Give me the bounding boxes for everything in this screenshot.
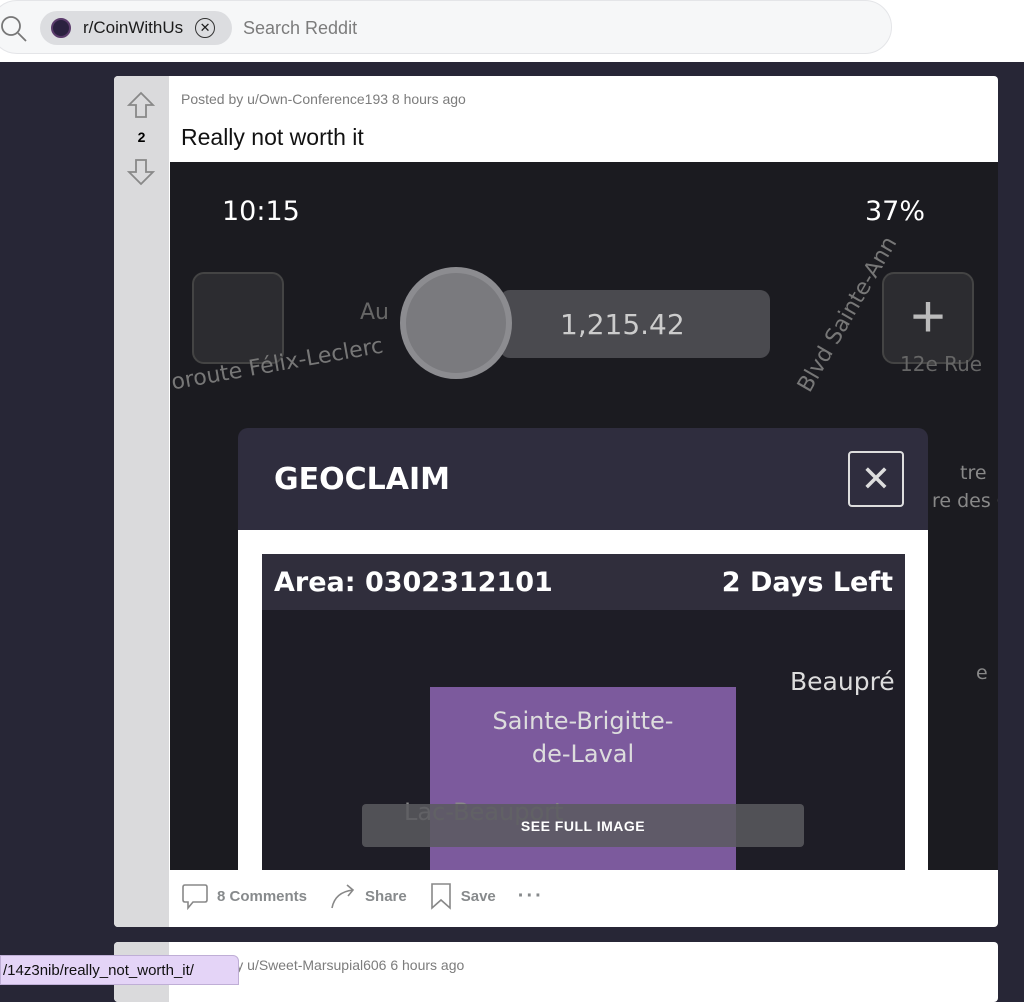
place-label: Beaupré bbox=[790, 667, 895, 696]
vote-column: 2 bbox=[114, 76, 169, 927]
downvote-icon[interactable] bbox=[127, 158, 155, 186]
community-chip-label: r/CoinWithUs bbox=[83, 18, 184, 37]
next-post-card[interactable]: Posted by u/Sweet-Marsupial606 6 hours a… bbox=[114, 942, 998, 1002]
close-icon: ✕ bbox=[848, 451, 904, 507]
top-bar: r/CoinWithUs ✕ Search Reddit bbox=[0, 0, 1024, 62]
comment-icon bbox=[182, 884, 208, 910]
phone-battery: 37% bbox=[865, 196, 926, 227]
modal-title: GEOCLAIM bbox=[274, 462, 450, 497]
map-label: Au bbox=[360, 300, 389, 325]
post-card[interactable]: 2 Posted by u/Own-Conference193 8 hours … bbox=[114, 76, 998, 927]
phone-time: 10:15 bbox=[222, 196, 300, 227]
post-title[interactable]: Really not worth it bbox=[181, 124, 364, 151]
community-avatar bbox=[51, 18, 71, 38]
post-image[interactable]: 10:15 37% + Au oroute Félix-Leclerc Blvd… bbox=[170, 162, 998, 870]
community-chip[interactable]: r/CoinWithUs ✕ bbox=[40, 11, 232, 45]
post-meta[interactable]: Posted by u/Own-Conference193 8 hours ag… bbox=[181, 91, 466, 107]
comments-label: 8 Comments bbox=[217, 887, 308, 905]
map-label: tre bbox=[960, 462, 987, 484]
search-icon bbox=[1, 16, 27, 42]
coin-icon bbox=[400, 267, 512, 379]
balance-pill: 1,215.42 bbox=[500, 290, 770, 358]
map-label: re des C bbox=[932, 490, 998, 512]
balance-value: 1,215.42 bbox=[560, 308, 685, 341]
map-label: e bbox=[976, 662, 988, 684]
place-label: Sainte-Brigitte- de-Laval bbox=[492, 707, 674, 768]
share-label: Share bbox=[365, 887, 407, 905]
comments-button[interactable]: 8 Comments bbox=[181, 882, 307, 910]
close-icon[interactable]: ✕ bbox=[195, 18, 216, 38]
save-label: Save bbox=[460, 887, 496, 905]
save-button[interactable]: Save bbox=[429, 882, 496, 910]
plus-icon: + bbox=[882, 272, 974, 364]
status-url-tooltip: /14z3nib/really_not_worth_it/ bbox=[0, 955, 239, 985]
search-input[interactable]: Search Reddit bbox=[243, 18, 357, 39]
bookmark-icon bbox=[430, 883, 451, 910]
search-bar[interactable]: r/CoinWithUs ✕ Search Reddit bbox=[0, 0, 892, 54]
upvote-icon[interactable] bbox=[127, 91, 155, 119]
share-button[interactable]: Share bbox=[329, 882, 407, 910]
claim-header: Area: 0302312101 2 Days Left bbox=[262, 554, 905, 610]
area-label: Area: 0302312101 bbox=[274, 566, 553, 598]
profile-icon bbox=[192, 272, 284, 364]
map-label: 12e Rue bbox=[900, 352, 983, 376]
post-actions: 8 Comments Share Save ··· bbox=[181, 882, 566, 910]
more-options-button[interactable]: ··· bbox=[518, 885, 544, 908]
share-icon bbox=[331, 884, 355, 909]
see-full-image-button[interactable]: SEE FULL IMAGE bbox=[362, 804, 804, 847]
days-left: 2 Days Left bbox=[721, 566, 893, 598]
vote-count: 2 bbox=[137, 129, 146, 145]
